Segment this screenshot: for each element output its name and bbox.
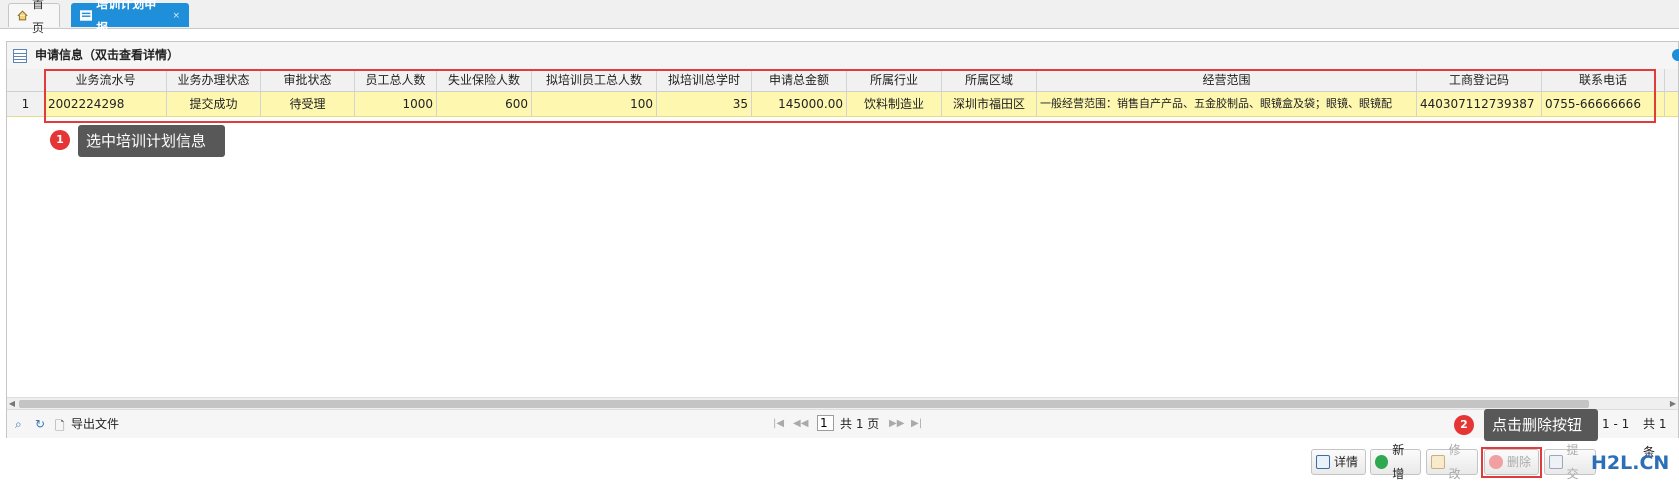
edit-button[interactable]: 修改: [1426, 443, 1478, 481]
delete-label: 删除: [1507, 455, 1532, 469]
file-icon[interactable]: 🗋: [55, 417, 65, 438]
first-page-icon[interactable]: |◀: [773, 410, 784, 438]
submit-button[interactable]: 提交: [1544, 443, 1596, 481]
form-icon: [80, 10, 93, 21]
close-icon[interactable]: ×: [172, 4, 180, 28]
grid-icon: [13, 48, 27, 63]
range-text: 1 - 1: [1602, 417, 1630, 431]
delete-icon: [1489, 455, 1503, 469]
tab-strip: 首页 培训计划申报 ×: [0, 0, 1679, 35]
callout-badge-1: 1: [50, 130, 70, 150]
detail-icon: [1316, 455, 1330, 469]
row-highlight-frame: [44, 69, 1656, 123]
callout-tip-1: 选中培训计划信息: [78, 125, 225, 157]
add-icon: [1375, 455, 1389, 469]
search-icon[interactable]: ⌕: [15, 417, 22, 432]
add-label: 新增: [1392, 443, 1405, 481]
next-page-icon[interactable]: ▶▶: [889, 410, 904, 438]
total-pages-text: 共 1 页: [840, 417, 880, 431]
scrollbar-thumb[interactable]: [19, 400, 1589, 408]
detail-label: 详情: [1334, 455, 1359, 469]
edit-label: 修改: [1448, 443, 1461, 481]
row-number: 1: [7, 92, 45, 116]
pager-bar: ⌕ ↻ 🗋 导出文件 |◀ ◀◀ 共 1 页 ▶▶ ▶| 1 - 1 共 1 条: [7, 409, 1678, 459]
refresh-icon[interactable]: ↻: [35, 417, 45, 431]
tab-home-label: 首页: [32, 0, 45, 35]
tab-home[interactable]: 首页: [8, 0, 60, 35]
home-icon: [17, 10, 28, 21]
export-file-button[interactable]: 导出文件: [71, 410, 119, 438]
rownum-header: [7, 69, 45, 91]
delete-button[interactable]: 删除: [1484, 449, 1539, 475]
add-button[interactable]: 新增: [1370, 443, 1421, 481]
panel-title: 申请信息（双击查看详情）: [35, 48, 180, 62]
panel-header: 申请信息（双击查看详情）: [7, 42, 1679, 70]
detail-button[interactable]: 详情: [1311, 449, 1366, 475]
prev-page-icon[interactable]: ◀◀: [793, 410, 808, 438]
page-number-input[interactable]: [817, 415, 834, 431]
h2l-watermark-logo: H2L.CN: [1591, 452, 1670, 474]
tab-training-plan[interactable]: 培训计划申报 ×: [71, 0, 189, 35]
tab-training-plan-label: 培训计划申报: [96, 0, 157, 35]
callout-badge-2: 2: [1454, 415, 1474, 435]
last-page-icon[interactable]: ▶|: [911, 410, 922, 438]
submit-label: 提交: [1566, 443, 1579, 481]
edit-icon: [1431, 455, 1445, 469]
submit-icon: [1549, 455, 1563, 469]
collapse-icon[interactable]: [1672, 49, 1679, 61]
callout-tip-2: 点击删除按钮: [1484, 409, 1598, 441]
